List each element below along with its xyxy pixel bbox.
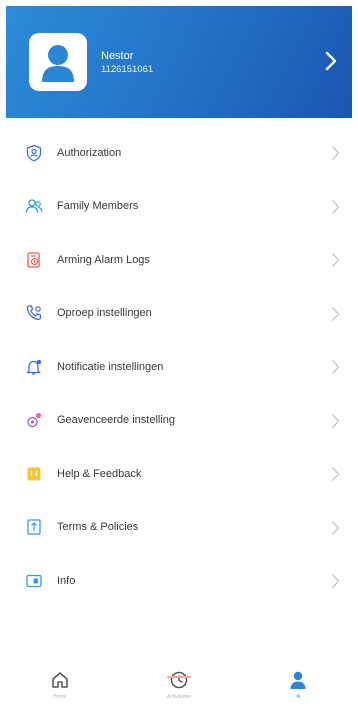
- shield-person-icon: [25, 144, 43, 162]
- settings-menu: Authorization Family Members Arming Alar…: [6, 126, 352, 608]
- tab-label-me: Ik: [296, 693, 301, 700]
- terms-policies-icon: [25, 518, 43, 536]
- menu-item-arming-alarm-logs[interactable]: Arming Alarm Logs: [6, 233, 352, 287]
- phone-settings-icon: [25, 304, 43, 322]
- menu-item-terms-policies[interactable]: Terms & Policies: [6, 501, 352, 555]
- tab-indicator: [166, 675, 191, 678]
- chevron-right-icon: [332, 574, 340, 588]
- user-phone: 1126151061: [101, 63, 154, 75]
- menu-item-help-feedback[interactable]: Help & Feedback: [6, 447, 352, 501]
- tab-me[interactable]: Ik: [258, 670, 338, 701]
- clock-icon: [170, 671, 188, 688]
- menu-label-notification-settings: Notificatie instellingen: [57, 360, 164, 373]
- menu-item-authorization[interactable]: Authorization: [6, 126, 352, 180]
- tab-activities[interactable]: Activiteiten: [139, 670, 219, 701]
- advanced-settings-icon: [25, 411, 43, 429]
- menu-item-notification-settings[interactable]: Notificatie instellingen: [6, 340, 352, 394]
- info-icon: [25, 572, 43, 590]
- menu-label-terms-policies: Terms & Policies: [57, 521, 139, 534]
- menu-label-advanced-settings: Geavenceerde instelling: [57, 414, 176, 427]
- tab-home[interactable]: Home: [20, 670, 100, 701]
- tab-label-activities: Activiteiten: [166, 693, 192, 700]
- chevron-right-icon: [325, 51, 337, 71]
- menu-label-authorization: Authorization: [57, 146, 122, 159]
- menu-label-info: Info: [57, 574, 76, 587]
- chevron-right-icon: [332, 253, 340, 267]
- menu-item-info[interactable]: Info: [6, 554, 352, 608]
- user-name: Nestor: [101, 49, 134, 62]
- help-feedback-icon: [25, 465, 43, 483]
- chevron-right-icon: [332, 146, 340, 160]
- user-avatar-icon: [42, 45, 74, 82]
- bottom-tab-bar: Home Activiteiten Ik: [0, 655, 358, 715]
- bell-settings-icon: [25, 358, 43, 376]
- chevron-right-icon: [332, 306, 340, 321]
- menu-label-arming-alarm-logs: Arming Alarm Logs: [57, 253, 150, 266]
- avatar: [29, 33, 87, 91]
- menu-label-call-settings: Oproep instellingen: [57, 307, 152, 320]
- menu-item-family-members[interactable]: Family Members: [6, 180, 352, 234]
- user-icon: [290, 671, 306, 689]
- profile-header[interactable]: Nestor 1126151061: [6, 6, 352, 118]
- menu-item-advanced-settings[interactable]: Geavenceerde instelling: [6, 394, 352, 448]
- chevron-right-icon: [332, 413, 340, 428]
- chevron-right-icon: [332, 520, 340, 535]
- menu-label-family-members: Family Members: [57, 200, 139, 213]
- family-members-icon: [25, 197, 43, 215]
- tab-label-home: Home: [52, 693, 67, 700]
- menu-item-call-settings[interactable]: Oproep instellingen: [6, 287, 352, 341]
- alarm-log-icon: [25, 251, 43, 269]
- home-icon: [51, 671, 68, 688]
- chevron-right-icon: [332, 467, 340, 481]
- menu-label-help-feedback: Help & Feedback: [57, 467, 142, 480]
- chevron-right-icon: [332, 360, 340, 374]
- chevron-right-icon: [332, 199, 340, 214]
